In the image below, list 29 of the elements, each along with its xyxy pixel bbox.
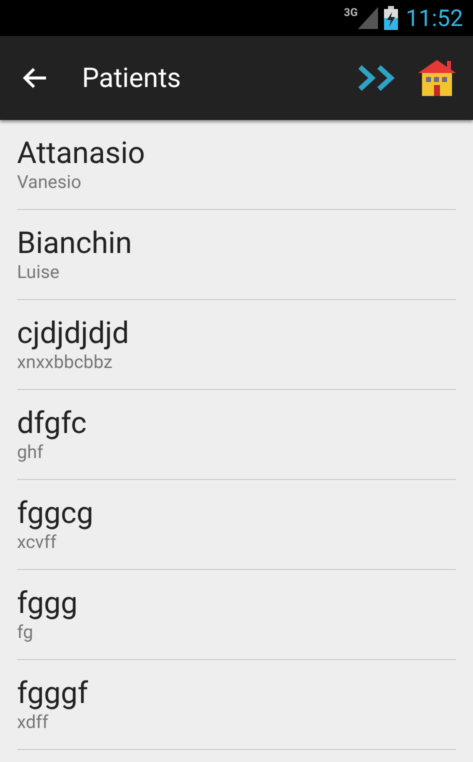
patient-subtitle: xdff [17,712,50,734]
patient-list-item[interactable]: cjdjdjdjd xnxxbbcbbz [17,300,456,390]
network-type: 3G [344,7,358,18]
patient-list-item[interactable]: Bianchin Luise [17,210,456,300]
patient-name: cjdjdjdjd [17,316,130,352]
patient-list-item[interactable]: Attanasio Vanesio [17,120,456,210]
patient-name: fggcg [17,496,94,532]
screen-title: Patients [82,60,182,96]
patient-name: fgggf [17,676,90,712]
battery-icon [384,6,398,30]
patient-name: dfgfc [17,406,88,442]
patient-list-item[interactable]: fggcg xcvff [17,480,456,570]
patient-list-item[interactable]: fgggf xdff [17,660,456,750]
patient-list-item[interactable]: fggg fg [17,570,456,660]
patient-name: fggg [17,586,79,622]
double-chevron-icon [357,64,397,92]
patient-name: Attanasio [17,136,146,172]
patient-list-item[interactable]: dfgfc ghf [17,390,456,480]
patient-subtitle: Luise [17,262,60,284]
clock: 11:52 [406,6,463,30]
signal-icon [358,7,378,29]
patient-subtitle: ghf [17,442,44,464]
patient-subtitle: Vanesio [17,172,82,194]
patient-subtitle: xcvff [17,532,58,554]
back-arrow-icon [22,67,48,89]
patient-subtitle: xnxxbbcbbz [17,352,114,374]
patient-name: Bianchin [17,226,133,262]
house-icon [417,59,457,97]
patient-subtitle: fg [17,622,34,644]
